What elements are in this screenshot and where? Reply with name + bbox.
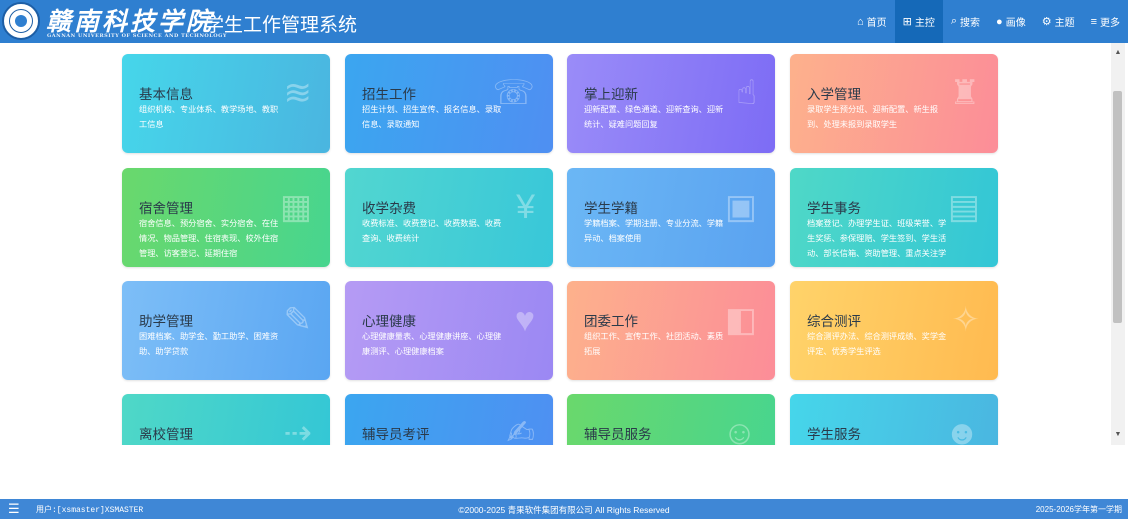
clipboard-icon: ✎ — [283, 301, 313, 339]
nav-portrait-label: 画像 — [1005, 18, 1026, 29]
tile-enrollment[interactable]: 入学管理 录取学生预分班、迎新配置、新生报到、处理未报到录取学生 ♜ — [790, 54, 998, 153]
tile-financial-aid[interactable]: 助学管理 困难档案、助学金、勤工助学、困难资助、助学贷款 ✎ — [122, 281, 330, 380]
tile-desc: 迎新配置、绿色通道、迎新查询、迎新统计、疑难问题回复 — [584, 105, 724, 129]
tile-title: 辅导员考评 — [362, 427, 430, 442]
nav-home-label: 首页 — [866, 18, 887, 29]
hand-phone-icon: ☝ — [736, 74, 757, 112]
blocks-icon: ♜ — [949, 74, 980, 112]
layers-icon: ≋ — [283, 74, 313, 112]
id-card-icon: ▣ — [724, 188, 757, 226]
tile-title: 招生工作 — [362, 87, 416, 102]
module-grid: 基本信息 组织机构、专业体系、教学场地、教职工信息 ≋ 招生工作 招生计划、招生… — [9, 43, 1127, 445]
tile-desc: 招生计划、招生宣传、报名信息、录取信息、录取通知 — [362, 105, 502, 129]
tile-title: 入学管理 — [807, 87, 861, 102]
nav-dashboard[interactable]: ⊞ 主控 — [894, 0, 943, 43]
scroll-thumb[interactable] — [1113, 91, 1122, 323]
tile-desc: 录取学生预分班、迎新配置、新生报到、处理未报到录取学生 — [807, 105, 939, 129]
tile-desc: 收费标准、收费登记、收费数据、收费查询、收费统计 — [362, 219, 502, 243]
tile-student-service[interactable]: 学生服务 ☻ — [790, 394, 998, 445]
tile-desc: 困难档案、助学金、勤工助学、困难资助、助学贷款 — [139, 332, 279, 356]
tile-title: 综合测评 — [807, 314, 861, 329]
tile-title: 助学管理 — [139, 314, 193, 329]
tile-desc: 心理健康量表、心理健康讲座、心理健康测评、心理健康档案 — [362, 332, 502, 356]
content-scrollbar[interactable]: ▲ ▼ — [1111, 43, 1125, 445]
heartbeat-icon: ♥ — [514, 301, 535, 339]
tile-fees[interactable]: 收学杂费 收费标准、收费登记、收费数据、收费查询、收费统计 ¥ — [345, 168, 553, 267]
nav-more-label: 更多 — [1100, 18, 1120, 29]
tile-title: 学生事务 — [807, 201, 861, 216]
top-nav: ⌂ 首页 ⊞ 主控 ⌕ 搜索 ● 画像 ⚙ 主题 ≡ 更多 — [849, 0, 1128, 43]
windows-icon: ⊞ — [902, 16, 912, 28]
graduate-icon: ☻ — [944, 414, 980, 445]
tile-evaluation[interactable]: 综合测评 综合测评办法、综合测评成绩、奖学金评定、优秀学生评选 ✧ — [790, 281, 998, 380]
leave-icon: ⇢ — [283, 414, 313, 445]
tile-title: 掌上迎新 — [584, 87, 638, 102]
tile-youth-league[interactable]: 团委工作 组织工作、宣传工作、社团活动、素质拓展 ◧ — [567, 281, 775, 380]
system-title: 学生工作管理系统 — [205, 15, 358, 36]
tile-desc: 宿舍信息、预分宿舍、实分宿舍、在住情况、物品管理、住宿表现、校外住宿管理、访客登… — [139, 219, 279, 258]
tile-title: 基本信息 — [139, 87, 193, 102]
tile-desc: 综合测评办法、综合测评成绩、奖学金评定、优秀学生评选 — [807, 332, 947, 356]
evaluation-icon: ✍ — [506, 414, 536, 445]
scroll-up-arrow-icon[interactable]: ▲ — [1111, 47, 1125, 59]
nav-search[interactable]: ⌕ 搜索 — [943, 0, 988, 43]
user-icon: ● — [996, 15, 1003, 28]
app-root: 赣南科技学院 GANNAN UNIVERSITY OF SCIENCE AND … — [0, 0, 1128, 519]
tile-mental-health[interactable]: 心理健康 心理健康量表、心理健康讲座、心理健康测评、心理健康档案 ♥ — [345, 281, 553, 380]
tile-counselor-evaluation[interactable]: 辅导员考评 ✍ — [345, 394, 553, 445]
nav-portrait[interactable]: ● 画像 — [988, 0, 1034, 43]
counselor-icon: ☺ — [722, 414, 757, 445]
search-icon: ⌕ — [950, 15, 958, 27]
school-english-name: GANNAN UNIVERSITY OF SCIENCE AND TECHNOL… — [47, 33, 227, 39]
nav-home[interactable]: ⌂ 首页 — [849, 0, 895, 43]
blank-area — [0, 445, 1128, 499]
network-icon: ✧ — [951, 301, 981, 339]
academic-term: 2025-2026学年第一学期 — [1035, 505, 1122, 514]
nav-theme-label: 主题 — [1054, 18, 1075, 29]
logo-core — [15, 15, 27, 27]
menu-icon: ≡ — [1090, 15, 1097, 28]
status-footer: ☰ 用户:[xsmaster]XSMASTER ©2000-2025 青果软件集… — [0, 499, 1128, 519]
tile-dormitory[interactable]: 宿舍管理 宿舍信息、预分宿舍、实分宿舍、在住情况、物品管理、住宿表现、校外住宿管… — [122, 168, 330, 267]
tile-title: 学生服务 — [807, 427, 861, 442]
tile-desc: 组织工作、宣传工作、社团活动、素质拓展 — [584, 332, 724, 356]
building-icon: ▦ — [279, 188, 312, 226]
gears-icon: ⚙ — [1041, 16, 1052, 28]
tile-title: 团委工作 — [584, 314, 638, 329]
party-flag-icon: ◧ — [724, 301, 757, 339]
tile-counselor-service[interactable]: 辅导员服务 ☺ — [567, 394, 775, 445]
tile-title: 离校管理 — [139, 427, 193, 442]
tile-mobile-welcome[interactable]: 掌上迎新 迎新配置、绿色通道、迎新查询、迎新统计、疑难问题回复 ☝ — [567, 54, 775, 153]
tile-title: 心理健康 — [362, 314, 416, 329]
scroll-down-arrow-icon[interactable]: ▼ — [1111, 429, 1125, 441]
tile-basic-info[interactable]: 基本信息 组织机构、专业体系、教学场地、教职工信息 ≋ — [122, 54, 330, 153]
tile-desc: 学籍档案、学期注册、专业分流、学籍异动、档案使用 — [584, 219, 724, 243]
tile-desc: 档案登记、办理学生证、班级荣誉、学生奖惩、参保理赔、学生签到、学生活动、部长信箱… — [807, 219, 947, 258]
tile-title: 收学杂费 — [362, 201, 416, 216]
copyright: ©2000-2025 青果软件集团有限公司 All Rights Reserve… — [458, 505, 670, 515]
nav-dashboard-label: 主控 — [914, 18, 935, 29]
home-icon: ⌂ — [857, 15, 864, 28]
tile-title: 辅导员服务 — [584, 427, 652, 442]
top-header: 赣南科技学院 GANNAN UNIVERSITY OF SCIENCE AND … — [0, 0, 1128, 43]
tile-title: 宿舍管理 — [139, 201, 193, 216]
contact-book-icon: ☏ — [492, 74, 535, 112]
briefcase-icon: ▤ — [947, 188, 980, 226]
tile-student-status[interactable]: 学生学籍 学籍档案、学期注册、专业分流、学籍异动、档案使用 ▣ — [567, 168, 775, 267]
wallet-icon: ¥ — [516, 188, 535, 226]
tile-desc: 组织机构、专业体系、教学场地、教职工信息 — [139, 105, 279, 129]
tile-leaving-school[interactable]: 离校管理 ⇢ — [122, 394, 330, 445]
school-logo-icon[interactable] — [2, 2, 40, 40]
tile-student-affairs[interactable]: 学生事务 档案登记、办理学生证、班级荣誉、学生奖惩、参保理赔、学生签到、学生活动… — [790, 168, 998, 267]
tile-admissions[interactable]: 招生工作 招生计划、招生宣传、报名信息、录取信息、录取通知 ☏ — [345, 54, 553, 153]
nav-theme[interactable]: ⚙ 主题 — [1034, 0, 1083, 43]
nav-more[interactable]: ≡ 更多 — [1083, 0, 1128, 43]
tile-title: 学生学籍 — [584, 201, 638, 216]
nav-search-label: 搜索 — [960, 18, 981, 29]
